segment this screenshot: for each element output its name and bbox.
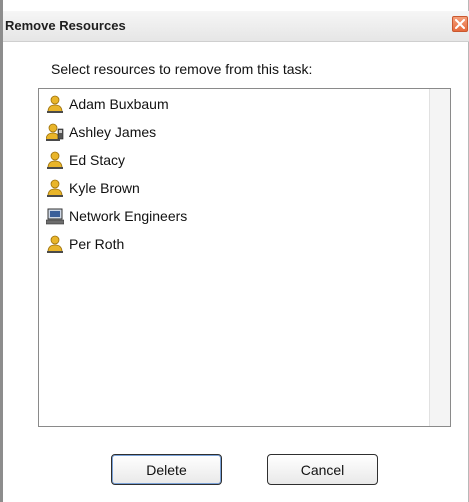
vertical-scrollbar[interactable] — [429, 89, 450, 426]
resource-item-ashley-james[interactable]: Ashley James — [46, 121, 156, 143]
person-phone-icon — [46, 123, 64, 141]
person-icon — [47, 95, 63, 113]
instruction-label: Select resources to remove from this tas… — [51, 61, 313, 77]
resource-item-label: Network Engineers — [69, 208, 188, 224]
remove-resources-dialog: Remove Resources Select resources to rem… — [0, 0, 469, 502]
person-icon — [47, 151, 63, 169]
resource-item-kyle-brown[interactable]: Kyle Brown — [46, 177, 140, 199]
resource-item-label: Kyle Brown — [69, 180, 140, 196]
computer-icon — [46, 208, 64, 225]
resource-item-ed-stacy[interactable]: Ed Stacy — [46, 149, 125, 171]
resource-item-label: Ashley James — [69, 124, 157, 140]
close-button[interactable] — [452, 16, 468, 32]
close-icon — [455, 19, 465, 29]
resource-item-label: Ed Stacy — [69, 152, 126, 168]
resource-item-per-roth[interactable]: Per Roth — [46, 233, 124, 255]
resource-item-network-engineers[interactable]: Network Engineers — [46, 205, 187, 227]
resource-item-label: Adam Buxbaum — [69, 96, 169, 112]
person-icon — [47, 179, 63, 197]
cancel-button[interactable]: Cancel — [267, 454, 378, 485]
resource-list[interactable]: Adam Buxbaum Ashley James Ed Stacy Kyle … — [38, 88, 451, 427]
title-bar[interactable]: Remove Resources — [3, 11, 469, 42]
delete-button[interactable]: Delete — [111, 454, 222, 485]
dialog-title: Remove Resources — [5, 18, 126, 33]
person-icon — [47, 235, 63, 253]
resource-item-label: Per Roth — [69, 236, 125, 252]
resource-item-adam-buxbaum[interactable]: Adam Buxbaum — [46, 93, 169, 115]
